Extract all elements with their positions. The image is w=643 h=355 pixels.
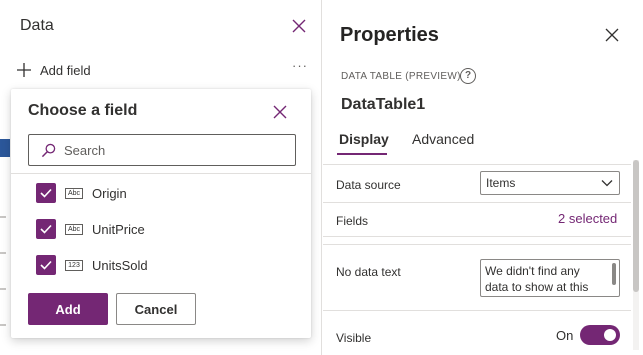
data-source-value: Items	[486, 176, 516, 190]
checkbox-checked[interactable]	[36, 219, 56, 239]
active-tab-indicator	[337, 153, 387, 155]
add-button[interactable]: Add	[28, 293, 108, 325]
background-row-marker	[0, 288, 6, 290]
data-panel-title: Data	[20, 17, 54, 34]
chevron-down-icon	[601, 180, 613, 187]
cancel-button[interactable]: Cancel	[116, 293, 196, 325]
field-item-unitprice[interactable]: Abc UnitPrice	[36, 218, 145, 240]
visible-label: Visible	[336, 331, 372, 345]
properties-scrollbar[interactable]	[633, 160, 639, 350]
field-label: UnitsSold	[92, 257, 148, 273]
background-row-selected	[0, 139, 10, 157]
fields-selected-link[interactable]: 2 selected	[558, 211, 617, 226]
search-box[interactable]	[28, 134, 296, 166]
background-row-marker	[0, 252, 6, 254]
text-type-icon: Abc	[65, 187, 83, 199]
checkbox-checked[interactable]	[36, 255, 56, 275]
properties-panel: Properties DATA TABLE (PREVIEW) ? DataTa…	[323, 0, 643, 355]
field-label: UnitPrice	[92, 221, 145, 237]
close-icon[interactable]	[291, 18, 307, 34]
field-item-origin[interactable]: Abc Origin	[36, 182, 127, 204]
control-name: DataTable1	[341, 96, 426, 113]
checkmark-icon	[40, 224, 52, 234]
tab-advanced[interactable]: Advanced	[412, 131, 474, 155]
choose-field-popup: Choose a field Abc Origin Abc UnitPrice …	[11, 89, 311, 338]
data-source-label: Data source	[336, 178, 401, 192]
textarea-scrollbar[interactable]	[612, 263, 616, 285]
no-data-text-label: No data text	[336, 265, 401, 279]
toggle-knob	[604, 329, 616, 341]
properties-title: Properties	[340, 24, 439, 46]
close-icon[interactable]	[273, 105, 287, 119]
background-row-marker	[0, 324, 6, 326]
field-item-unitssold[interactable]: 123 UnitsSold	[36, 254, 148, 276]
popup-title: Choose a field	[28, 102, 138, 119]
more-options-icon[interactable]: ···	[292, 58, 308, 73]
tab-display[interactable]: Display	[339, 131, 389, 155]
no-data-text-value: We didn't find any data to show at this	[485, 264, 589, 294]
checkbox-checked[interactable]	[36, 183, 56, 203]
add-field-button[interactable]: Add field	[16, 60, 91, 80]
row-spacer	[323, 237, 631, 245]
close-icon[interactable]	[605, 28, 619, 42]
plus-icon	[17, 63, 31, 77]
divider	[11, 173, 311, 174]
visible-toggle[interactable]	[580, 325, 620, 345]
checkmark-icon	[40, 188, 52, 198]
scrollbar-thumb[interactable]	[633, 160, 639, 292]
toggle-state-label: On	[556, 328, 574, 343]
background-row-marker	[0, 216, 6, 218]
search-icon	[41, 143, 56, 157]
add-field-label: Add field	[40, 62, 91, 78]
no-data-text-input[interactable]: We didn't find any data to show at this	[480, 259, 620, 297]
number-type-icon: 123	[65, 259, 83, 271]
text-type-icon: Abc	[65, 223, 83, 235]
info-icon[interactable]: ?	[460, 68, 476, 84]
search-input[interactable]	[64, 142, 284, 158]
field-label: Origin	[92, 185, 127, 201]
fields-label: Fields	[336, 214, 369, 228]
checkmark-icon	[40, 260, 52, 270]
data-source-select[interactable]: Items	[480, 171, 620, 195]
control-type-label: DATA TABLE (PREVIEW)	[341, 71, 461, 82]
